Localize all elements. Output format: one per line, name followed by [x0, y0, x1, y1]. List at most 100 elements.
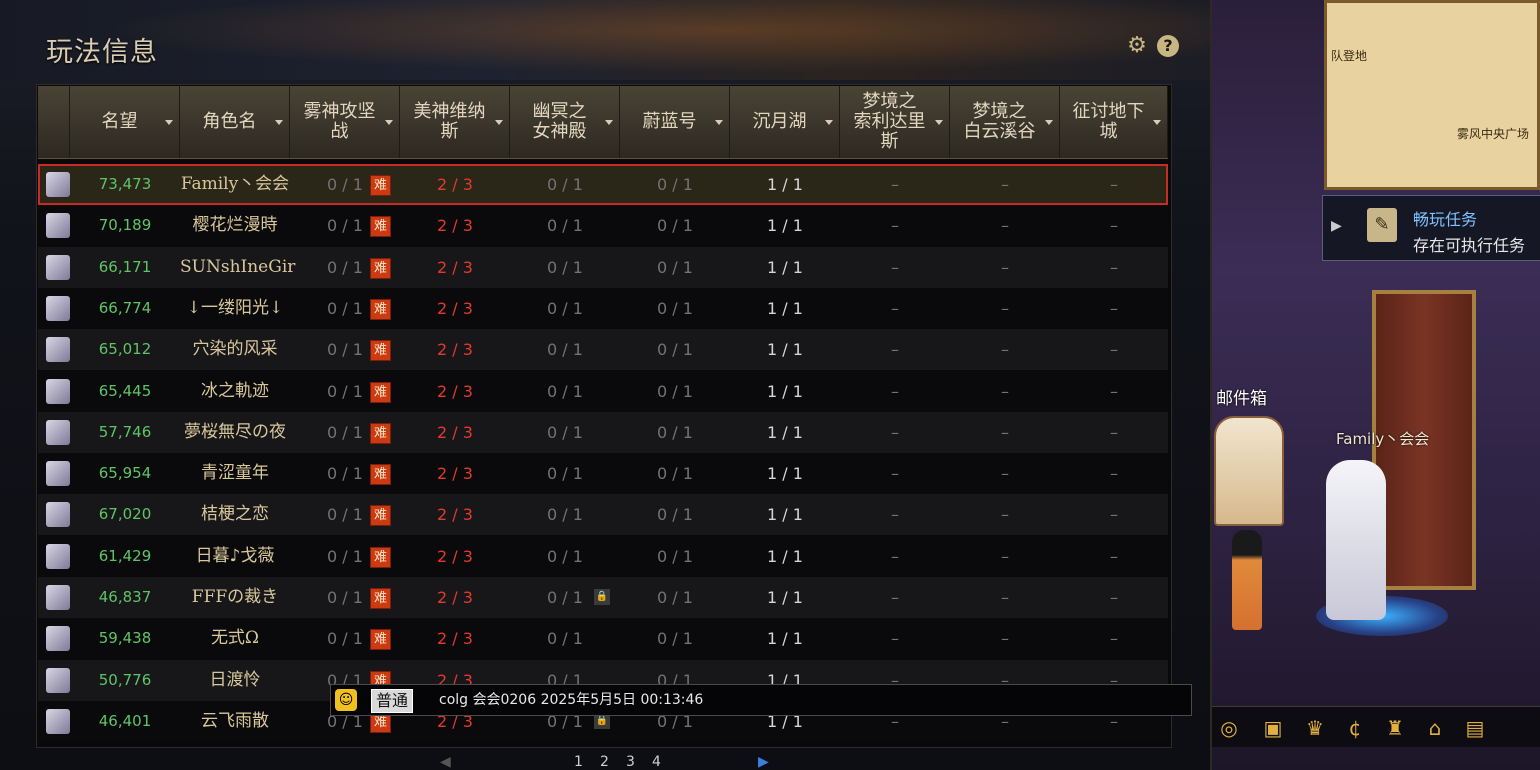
pet-character [1232, 530, 1262, 630]
clear-count: 0 / 1 [657, 381, 693, 401]
fame-value: 65,445 [98, 381, 152, 400]
fame-value: 70,189 [98, 216, 152, 235]
table-row[interactable]: 66,774 ↓一缕阳光↓ 0 / 12 / 30 / 10 / 11 / 1– – –… [38, 287, 1168, 329]
clear-count: 0 / 1 [547, 422, 583, 442]
table-row[interactable]: 65,954 青涩童年 0 / 12 / 30 / 10 / 11 / 1– – – 难 [38, 453, 1168, 495]
page-1-button[interactable]: 1 [574, 754, 583, 770]
hard-mode-badge: 难 [370, 216, 391, 238]
coin-icon[interactable]: ¢ [1342, 715, 1368, 741]
table-row[interactable]: 61,429 日暮♪戈薇 0 / 12 / 30 / 10 / 11 / 1– – – 难 [38, 535, 1168, 577]
column-header-label: 幽冥之 女神殿 [532, 101, 587, 142]
column-header-c4[interactable]: 蔚蓝号 [620, 86, 730, 158]
sort-arrow-icon[interactable] [385, 120, 393, 125]
quest-tracker[interactable]: ▶ ✎ 畅玩任务 存在可执行任务 [1322, 195, 1540, 261]
hard-mode-badge: 难 [370, 546, 391, 568]
chat-channel-button[interactable]: 普通 [371, 689, 414, 713]
sort-arrow-icon[interactable] [165, 120, 173, 125]
table-row[interactable]: 70,189 樱花烂漫時 0 / 12 / 30 / 10 / 11 / 1– – – 难 [38, 205, 1168, 247]
column-header-c7[interactable]: 梦境之 白云溪谷 [950, 86, 1060, 158]
camera-icon[interactable]: ▤ [1462, 715, 1488, 741]
table-row[interactable]: 46,837 FFFの裁き 0 / 12 / 30 / 10 / 11 / 1– – –… [38, 577, 1168, 618]
clear-count: 0 / 1 [547, 298, 583, 318]
sort-arrow-icon[interactable] [495, 120, 503, 125]
hard-mode-badge: 难 [370, 340, 391, 362]
house-icon[interactable]: ⌂ [1422, 715, 1448, 741]
panel-header-decoration [0, 0, 1210, 80]
character-name: SUNshIneGir [180, 256, 296, 277]
clear-count: – [891, 175, 899, 194]
column-header-c8[interactable]: 征讨地下 城 [1060, 86, 1168, 158]
sort-arrow-icon[interactable] [825, 120, 833, 125]
royal-icon[interactable]: ♜ [1382, 715, 1408, 741]
table-row[interactable]: 65,445 冰之軌迹 0 / 12 / 30 / 10 / 11 / 1– – – 难 [38, 370, 1168, 412]
character-name: 樱花烂漫時 [192, 215, 278, 236]
clear-count: 2 / 3 [437, 381, 473, 401]
clear-count: – [891, 381, 899, 401]
character-name: 日暮♪戈薇 [195, 545, 275, 566]
sort-arrow-icon[interactable] [935, 120, 943, 125]
sort-arrow-icon[interactable] [715, 120, 723, 125]
table-row[interactable]: 73,473 Family丶会会 0 / 12 / 30 / 10 / 11 / 1… [38, 164, 1168, 205]
column-header-c1[interactable]: 雾神攻坚 战 [290, 86, 400, 158]
column-header-label: 征讨地下 城 [1072, 101, 1145, 142]
sort-arrow-icon[interactable] [1153, 120, 1161, 125]
clear-count: 0 / 1 [657, 175, 693, 194]
table-header: 名望 角色名 雾神攻坚 战美神维纳 斯 幽冥之 女神殿 蔚蓝号 沉月湖 梦境之 索利达里 斯… [38, 86, 1168, 159]
expand-arrow-icon[interactable]: ▶ [1331, 218, 1342, 234]
avatar [46, 667, 70, 693]
column-header-c5[interactable]: 沉月湖 [730, 86, 840, 158]
page-4-button[interactable]: 4 [652, 754, 661, 770]
sort-arrow-icon[interactable] [605, 120, 613, 125]
clear-count: – [1001, 381, 1009, 401]
clear-count: 0 / 1 [547, 381, 583, 401]
token-icon[interactable]: ◎ [1216, 715, 1242, 741]
next-page-button[interactable]: ▶ [758, 754, 769, 770]
crown-icon[interactable]: ♛ [1302, 715, 1328, 741]
character-name: 穴染的风采 [192, 339, 278, 360]
chat-bar[interactable]: ☺ 普通 colg 会会0206 2025年5月5日 00:13:46 [330, 684, 1192, 716]
question-icon[interactable]: ? [1157, 35, 1179, 57]
fame-value: 46,837 [98, 588, 152, 606]
clear-count: – [891, 298, 899, 318]
column-header-c3[interactable]: 幽冥之 女神殿 [510, 86, 620, 158]
clear-count: 1 / 1 [767, 629, 803, 649]
hard-mode-badge: 难 [370, 464, 391, 486]
column-header-fame[interactable]: 名望 [70, 86, 180, 158]
avatar [46, 708, 70, 734]
clear-count: – [1110, 257, 1118, 277]
clear-count: 0 / 1 [547, 464, 583, 484]
fame-value: 73,473 [98, 175, 152, 193]
column-header-name[interactable]: 角色名 [180, 86, 290, 158]
avatar [46, 585, 70, 610]
quest-subtitle: 存在可执行任务 [1413, 236, 1526, 255]
page-3-button[interactable]: 3 [626, 754, 635, 770]
sort-arrow-icon[interactable] [1045, 120, 1053, 125]
clear-count: 1 / 1 [767, 340, 803, 360]
page-2-button[interactable]: 2 [600, 754, 609, 770]
quest-title: 畅玩任务 [1413, 210, 1478, 229]
prev-page-button[interactable]: ◀ [440, 754, 451, 770]
clear-count: – [1001, 422, 1009, 442]
avatar-column-header [38, 86, 70, 158]
panel-title: 玩法信息 [46, 37, 158, 68]
table-row[interactable]: 66,171 SUNshIneGir 0 / 12 / 30 / 10 / 11 /… [38, 246, 1168, 288]
clear-count: 2 / 3 [437, 505, 473, 525]
table-row[interactable]: 65,012 穴染的风采 0 / 12 / 30 / 10 / 11 / 1– – – 难 [38, 329, 1168, 371]
gear-icon[interactable]: ⚙ [1126, 35, 1148, 57]
mailbox[interactable] [1214, 416, 1284, 526]
player-character[interactable] [1326, 460, 1386, 620]
table-row[interactable]: 57,746 夢桜無尽の夜 0 / 12 / 30 / 10 / 11 / 1– – –… [38, 411, 1168, 453]
sort-arrow-icon[interactable] [275, 120, 283, 125]
clear-count: – [891, 588, 899, 607]
hard-mode-badge: 难 [370, 422, 391, 444]
avatar [46, 461, 70, 487]
clear-count: – [1001, 546, 1009, 566]
minimap[interactable]: 队登地 雾风中央广场 [1324, 0, 1540, 190]
column-header-c6[interactable]: 梦境之 索利达里 斯 [840, 86, 950, 158]
smile-face-icon[interactable]: ☺ [335, 689, 357, 711]
gift-icon[interactable]: ▣ [1260, 715, 1286, 741]
table-row[interactable]: 67,020 桔梗之恋 0 / 12 / 30 / 10 / 11 / 1– – – 难 [38, 494, 1168, 536]
table-row[interactable]: 59,438 无式Ω 0 / 12 / 30 / 10 / 11 / 1– – – 难 [38, 618, 1168, 660]
column-header-c2[interactable]: 美神维纳 斯 [400, 86, 510, 158]
clear-count: 1 / 1 [767, 175, 803, 194]
